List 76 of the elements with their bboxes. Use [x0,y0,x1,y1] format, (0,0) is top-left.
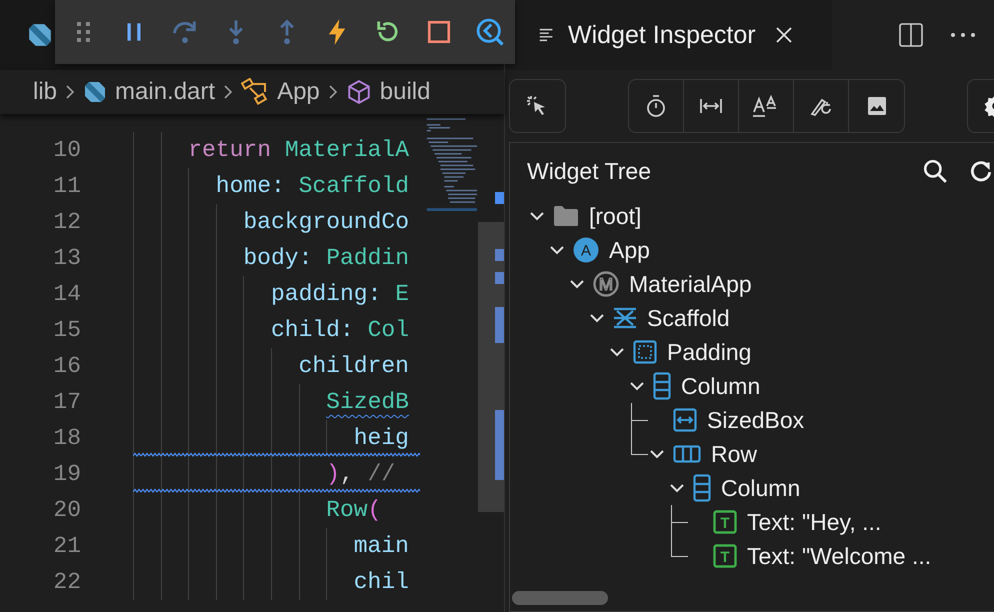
panel-title: Widget Tree [527,158,652,184]
code-line: padding: E [270,281,409,307]
dart-icon [27,22,53,48]
tree-item[interactable]: A App [527,233,994,267]
close-icon[interactable] [774,25,794,45]
line-number: 14 [52,280,82,309]
line-number: 22 [52,568,82,597]
material-icon: M [593,271,619,297]
editor-tab[interactable]: Widget Inspector [505,0,832,70]
code-line: return MaterialA [188,137,410,163]
tree-item[interactable]: Column [527,369,994,403]
change-marker [495,192,504,204]
code-line: SizedB [326,389,409,415]
line-number: 18 [52,424,82,453]
code-line: main [354,533,409,559]
line-number: 15 [52,316,82,345]
breadcrumb-item[interactable]: App [241,78,320,106]
tree-item[interactable]: T Text: "Hey, ... [527,505,994,539]
code-line: Row( [326,497,382,523]
change-marker [495,272,504,284]
stop-icon [426,19,452,45]
code-line: home: Scaffold [216,173,410,199]
app-icon: A [573,237,599,263]
code-line: chil [354,569,409,595]
line-number: 19 [52,460,82,489]
line-number: 17 [52,388,82,417]
code-line: child: Col [270,317,410,343]
refresh-icon[interactable] [968,158,994,184]
change-marker [495,249,504,261]
code-line: body: Paddin [243,245,410,271]
change-marker [495,307,504,343]
tree-item[interactable]: Padding [527,335,994,369]
code-line: children [298,353,409,379]
tree-item[interactable]: T Text: "Welcome ... [527,539,994,573]
drag-handle-icon[interactable] [77,22,91,42]
sizedbox-icon [673,408,697,432]
tree-item[interactable]: Scaffold [527,301,994,335]
text-icon: T [713,544,737,568]
line-number: 11 [52,172,82,201]
class-icon [241,78,270,106]
breadcrumb-item[interactable]: build [346,78,430,106]
breadcrumb-item[interactable]: lib [33,78,58,106]
stopwatch-icon [644,94,668,118]
tree-item[interactable]: Column [527,471,994,505]
row-icon [673,445,701,463]
line-number: 20 [52,496,82,525]
line-number: 12 [52,208,82,237]
code-line: heig [354,425,409,451]
tree-item[interactable]: SizedBox [527,403,994,437]
column-icon [693,474,711,502]
change-marker [495,410,504,480]
tree-item[interactable]: [root] [527,199,994,233]
tree-item[interactable]: M MaterialApp [527,267,994,301]
breadcrumb-item[interactable]: main.dart [83,78,216,106]
code-line: ), // [326,461,396,487]
search-icon[interactable] [922,158,948,184]
cube-icon [346,79,372,105]
scrollbar[interactable] [512,591,608,605]
code-line: backgroundCo [243,209,410,235]
line-number: 13 [52,244,82,273]
split-editor-icon[interactable] [898,22,924,48]
dart-icon [83,80,108,104]
chevron-right-icon [223,84,234,100]
line-number: 10 [52,136,82,165]
folder-icon [553,205,579,227]
more-icon[interactable] [950,32,976,38]
text-icon: T [713,510,737,534]
magnifier-icon [474,17,505,47]
line-number: 21 [52,532,82,561]
chevron-right-icon [328,84,338,100]
scaffold-icon [613,307,637,329]
padding-icon [633,340,657,364]
chevron-right-icon [65,84,76,100]
column-icon [653,372,671,400]
line-number: 16 [52,352,82,381]
tree-item[interactable]: Row [527,437,994,471]
